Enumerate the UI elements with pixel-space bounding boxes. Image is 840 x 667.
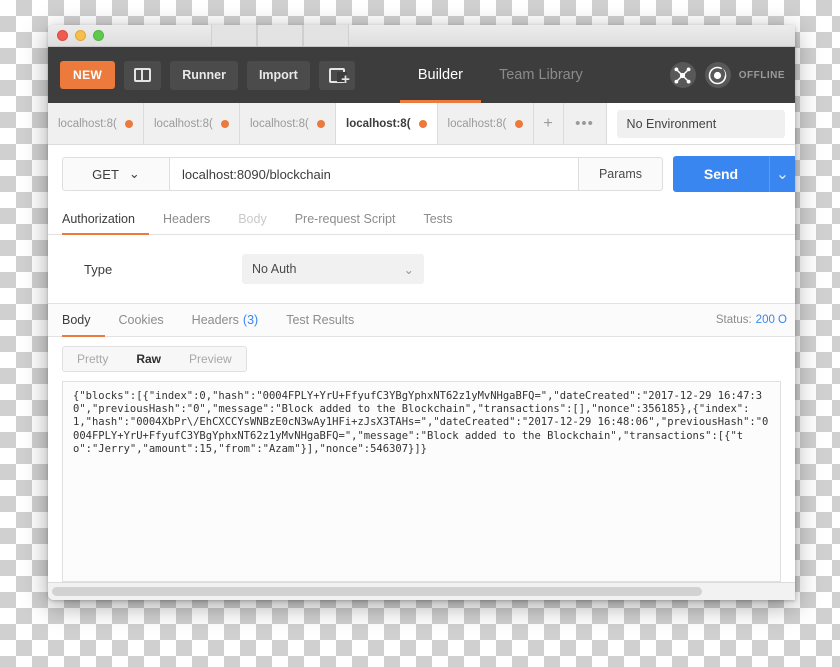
request-tab-label: localhost:8( [346,117,411,130]
new-window-icon: + [328,67,350,87]
request-tabs-more-button[interactable]: ••• [563,103,606,144]
response-body-text[interactable]: {"blocks":[{"index":0,"hash":"0004FPLY+Y… [62,381,781,582]
request-tabs: localhost:8( localhost:8( localhost:8( l… [48,103,606,144]
request-tab-label: localhost:8( [58,117,117,130]
url-input[interactable]: localhost:8090/blockchain [170,157,579,191]
unsaved-dot-icon [514,119,523,128]
request-section-tabs: Authorization Headers Body Pre-request S… [48,203,795,235]
tab-headers[interactable]: Headers [149,203,224,234]
request-tab-2[interactable]: localhost:8( [144,103,240,144]
window-title-bar [48,25,795,47]
app-header: NEW Runner Import + Builder Team Library [48,47,795,103]
import-button[interactable]: Import [246,60,310,90]
header-tabs: Builder Team Library [399,47,601,103]
params-button[interactable]: Params [579,157,663,191]
horizontal-scrollbar[interactable] [48,582,795,600]
tab-pre-request-script[interactable]: Pre-request Script [281,203,410,234]
header-right-group: OFFLINE [661,62,795,88]
request-tab-label: localhost:8( [154,117,213,130]
tab-body[interactable]: Body [224,203,281,234]
titlebar-segment [211,25,257,46]
status-badge: Status: 200 O [716,304,795,336]
method-selector[interactable]: GET ⌄ [62,157,170,191]
unsaved-dot-icon [418,119,427,128]
status-code: 200 O [755,314,787,326]
send-button[interactable]: Send [673,156,769,192]
titlebar-segment [303,25,349,46]
response-section-tabs: Body Cookies Headers (3) Test Results St… [48,303,795,337]
format-preview-button[interactable]: Preview [175,347,246,371]
account-icon[interactable] [704,62,731,88]
format-toggle-group: Pretty Raw Preview [62,346,247,372]
tab-authorization[interactable]: Authorization [62,203,149,235]
url-bar: GET ⌄ localhost:8090/blockchain Params S… [48,145,795,203]
environment-zone: No Environment [605,103,795,144]
response-body-pane: Pretty Raw Preview {"blocks":[{"index":0… [48,337,795,582]
titlebar-segment [257,25,303,46]
unsaved-dot-icon [125,119,133,128]
environment-selector[interactable]: No Environment [616,109,785,138]
tab-cookies[interactable]: Cookies [105,304,178,336]
unsaved-dot-icon [317,119,325,128]
request-tab-label: localhost:8( [447,117,507,130]
chevron-down-icon: ⌄ [128,166,140,181]
new-button[interactable]: NEW [60,61,116,89]
tab-builder[interactable]: Builder [399,47,482,103]
format-raw-button[interactable]: Raw [122,347,175,371]
network-icon[interactable] [669,62,696,88]
authorization-pane: Type No Auth ⌄ [48,235,795,303]
request-tab-5[interactable]: localhost:8( [437,103,534,144]
request-tab-1[interactable]: localhost:8( [48,103,144,144]
horizontal-scrollbar-thumb[interactable] [52,587,703,596]
postman-window: NEW Runner Import + Builder Team Library [48,25,795,600]
tab-team-library[interactable]: Team Library [481,47,601,103]
request-tab-label: localhost:8( [250,117,309,130]
offline-status-label: OFFLINE [738,69,785,81]
format-pretty-button[interactable]: Pretty [63,347,122,371]
status-label: Status: [715,314,752,326]
maximize-window-button[interactable] [93,30,104,41]
request-tab-4[interactable]: localhost:8( [336,103,438,144]
tab-response-headers-label: Headers [191,313,239,327]
tab-response-body[interactable]: Body [62,304,105,337]
runner-button[interactable]: Runner [170,60,238,90]
request-tab-3[interactable]: localhost:8( [240,103,336,144]
add-request-tab-button[interactable]: + [533,103,564,144]
headers-count-badge: (3) [242,313,259,327]
chevron-down-icon: ⌄ [403,262,414,277]
sidebar-toggle-button[interactable] [124,60,162,90]
new-window-button[interactable]: + [318,60,355,90]
close-window-button[interactable] [57,30,68,41]
method-label: GET [92,166,119,182]
auth-type-value: No Auth [252,262,297,276]
request-tab-strip: localhost:8( localhost:8( localhost:8( l… [48,103,795,145]
minimize-window-button[interactable] [75,30,86,41]
tab-test-results[interactable]: Test Results [272,304,368,336]
send-options-chevron-down-icon[interactable]: ⌄ [769,156,795,192]
sidebar-layout-icon [134,68,152,82]
auth-type-label: Type [84,261,113,277]
auth-type-select[interactable]: No Auth ⌄ [242,254,424,284]
unsaved-dot-icon [221,119,229,128]
tab-response-headers[interactable]: Headers (3) [178,304,273,336]
tab-tests[interactable]: Tests [409,203,466,234]
